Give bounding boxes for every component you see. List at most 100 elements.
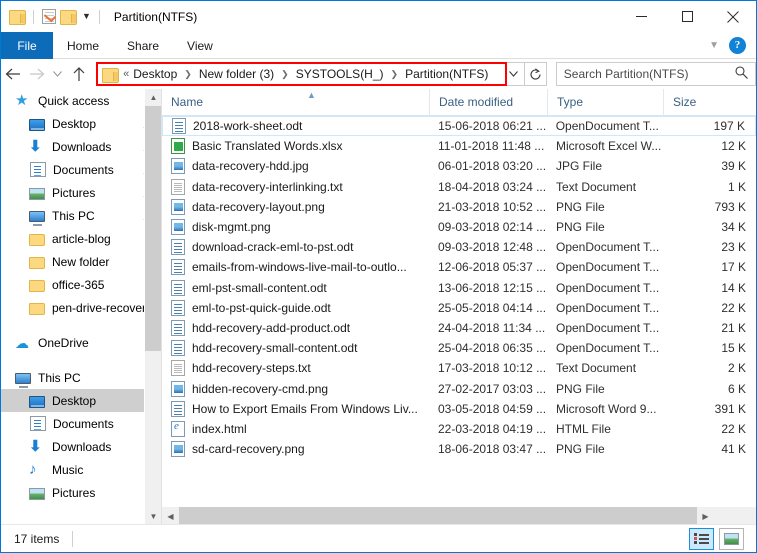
folder-icon[interactable] [9, 10, 26, 25]
table-row[interactable]: How to Export Emails From Windows Liv...… [162, 399, 756, 419]
file-name-cell[interactable]: hidden-recovery-cmd.png [162, 380, 429, 397]
file-name-cell[interactable]: 2018-work-sheet.odt [163, 118, 429, 135]
table-row[interactable]: disk-mgmt.png 09-03-2018 02:14 ... PNG Fil… [162, 217, 756, 237]
sidebar-item-new-folder[interactable]: New folder [1, 250, 161, 273]
file-name-label: hdd-recovery-small-content.odt [192, 341, 358, 356]
new-folder-icon[interactable] [60, 10, 77, 25]
close-button[interactable] [710, 1, 756, 32]
sidebar-item-this-pc[interactable]: This PC [1, 366, 161, 389]
table-row[interactable]: data-recovery-interlinking.txt 18-04-2018… [162, 177, 756, 197]
tab-share[interactable]: Share [113, 32, 173, 59]
sidebar-item-this-pc[interactable]: This PC📌 [1, 204, 161, 227]
file-name-cell[interactable]: How to Export Emails From Windows Liv... [162, 400, 429, 417]
table-row[interactable]: download-crack-eml-to-pst.odt 09-03-2018 … [162, 237, 756, 257]
table-row[interactable]: sd-card-recovery.png 18-06-2018 03:47 ...… [162, 439, 756, 459]
chevron-down-icon[interactable]: ▼ [82, 12, 91, 21]
sidebar-item-music[interactable]: ♪ Music [1, 458, 161, 481]
sidebar-item-documents[interactable]: Documents [1, 412, 161, 435]
breadcrumb-item-partition-ntfs[interactable]: Partition(NTFS) [404, 67, 489, 81]
file-name-cell[interactable]: eml-to-pst-quick-guide.odt [162, 299, 429, 316]
table-row[interactable]: eml-to-pst-quick-guide.odt 25-05-2018 04:… [162, 298, 756, 318]
table-row[interactable]: 2018-work-sheet.odt 15-06-2018 06:21 ... O… [162, 116, 756, 137]
sidebar-item-article-blog[interactable]: article-blog [1, 227, 161, 250]
details-view-button[interactable] [689, 527, 714, 550]
column-header-type[interactable]: Type [547, 88, 663, 116]
scroll-left-icon[interactable]: ◀ [162, 507, 179, 525]
sidebar-item-quick-access[interactable]: ★ Quick access [1, 89, 161, 112]
search-box[interactable]: Search Partition(NTFS) [555, 62, 756, 86]
forward-arrow-icon[interactable] [25, 60, 49, 88]
scroll-right-icon[interactable]: ▶ [697, 507, 714, 525]
refresh-icon[interactable] [524, 62, 547, 86]
sidebar-item-downloads[interactable]: ⬇ Downloads [1, 435, 161, 458]
sidebar-item-pictures[interactable]: Pictures📌 [1, 181, 161, 204]
file-name-cell[interactable]: disk-mgmt.png [162, 219, 429, 236]
chevron-right-icon[interactable]: ❯ [391, 69, 399, 79]
file-name-cell[interactable]: emails-from-windows-live-mail-to-outlo..… [162, 259, 429, 276]
breadcrumb-overflow[interactable]: « [123, 68, 129, 80]
table-row[interactable]: index.html 22-03-2018 04:19 ... HTML File 2… [162, 419, 756, 439]
maximize-button[interactable] [664, 1, 710, 32]
search-input[interactable]: Search Partition(NTFS) [564, 67, 735, 81]
column-header-name[interactable]: Name ▲ [162, 89, 429, 116]
table-row[interactable]: eml-pst-small-content.odt 13-06-2018 12:1… [162, 278, 756, 298]
folder-icon [102, 67, 120, 83]
chevron-down-icon[interactable]: ▼ [709, 40, 719, 51]
search-icon[interactable] [735, 66, 748, 82]
up-arrow-icon[interactable] [67, 60, 91, 88]
breadcrumb-item-systools-h[interactable]: SYSTOOLS(H_) [295, 67, 385, 81]
horizontal-scrollbar[interactable]: ◀ ▶ [162, 507, 756, 525]
file-name-cell[interactable]: data-recovery-hdd.jpg [162, 158, 429, 175]
file-name-cell[interactable]: Basic Translated Words.xlsx [162, 138, 429, 155]
sidebar-item-office-365[interactable]: office-365 [1, 273, 161, 296]
horizontal-scrollbar-thumb[interactable] [179, 507, 697, 525]
tab-home[interactable]: Home [53, 32, 113, 59]
back-arrow-icon[interactable] [1, 60, 25, 88]
sidebar-item-pen-drive-recovery[interactable]: pen-drive-recovery- [1, 296, 161, 319]
file-name-label: data-recovery-hdd.jpg [192, 159, 309, 174]
table-row[interactable]: Basic Translated Words.xlsx 11-01-2018 11… [162, 136, 756, 156]
scroll-up-icon[interactable]: ▲ [145, 89, 161, 106]
file-name-cell[interactable]: data-recovery-layout.png [162, 198, 429, 215]
large-icons-view-button[interactable] [719, 527, 744, 550]
table-row[interactable]: hdd-recovery-add-product.odt 24-04-2018 1… [162, 318, 756, 338]
star-icon: ★ [15, 91, 29, 109]
file-name-cell[interactable]: sd-card-recovery.png [162, 441, 429, 458]
file-name-cell[interactable]: index.html [162, 420, 429, 437]
table-row[interactable]: hdd-recovery-small-content.odt 25-04-2018… [162, 338, 756, 358]
sidebar-item-desktop[interactable]: Desktop [1, 389, 161, 412]
sidebar-item-desktop[interactable]: Desktop📌 [1, 112, 161, 135]
scrollbar-thumb[interactable] [145, 106, 161, 351]
tab-file[interactable]: File [1, 32, 53, 59]
table-row[interactable]: data-recovery-hdd.jpg 06-01-2018 03:20 ..… [162, 156, 756, 176]
file-name-cell[interactable]: download-crack-eml-to-pst.odt [162, 239, 429, 256]
minimize-button[interactable] [618, 1, 664, 32]
navigation-scrollbar[interactable]: ▲ ▼ [144, 89, 161, 525]
file-name-cell[interactable]: eml-pst-small-content.odt [162, 279, 429, 296]
properties-icon[interactable] [42, 9, 56, 24]
table-row[interactable]: data-recovery-layout.png 21-03-2018 10:52… [162, 197, 756, 217]
breadcrumb-item-new-folder-3[interactable]: New folder (3) [198, 67, 275, 81]
breadcrumb-container[interactable]: « Desktop ❯ New folder (3) ❯ SYSTOOLS(H_… [96, 62, 508, 86]
file-name-cell[interactable]: hdd-recovery-small-content.odt [162, 340, 429, 357]
table-row[interactable]: hdd-recovery-steps.txt 17-03-2018 10:12 .… [162, 358, 756, 378]
chevron-right-icon[interactable]: ❯ [281, 69, 289, 79]
file-name-cell[interactable]: data-recovery-interlinking.txt [162, 178, 429, 195]
file-name-cell[interactable]: hdd-recovery-steps.txt [162, 360, 429, 377]
file-name-cell[interactable]: hdd-recovery-add-product.odt [162, 319, 429, 336]
column-header-date-modified[interactable]: Date modified [429, 88, 547, 116]
sidebar-item-downloads[interactable]: ⬇Downloads📌 [1, 135, 161, 158]
column-header-size[interactable]: Size [663, 88, 756, 116]
table-row[interactable]: hidden-recovery-cmd.png 27-02-2017 03:03 … [162, 378, 756, 398]
sidebar-item-onedrive[interactable]: ☁ OneDrive [1, 331, 161, 354]
sidebar-item-documents[interactable]: Documents📌 [1, 158, 161, 181]
help-icon[interactable]: ? [729, 36, 746, 54]
breadcrumb[interactable]: « Desktop ❯ New folder (3) ❯ SYSTOOLS(H_… [98, 64, 501, 84]
breadcrumb-item-desktop[interactable]: Desktop [132, 67, 178, 81]
scroll-down-icon[interactable]: ▼ [145, 508, 161, 525]
recent-locations-icon[interactable] [49, 60, 68, 88]
chevron-right-icon[interactable]: ❯ [184, 69, 192, 79]
sidebar-item-pictures[interactable]: Pictures [1, 481, 161, 504]
table-row[interactable]: emails-from-windows-live-mail-to-outlo..… [162, 257, 756, 277]
tab-view[interactable]: View [173, 32, 227, 59]
